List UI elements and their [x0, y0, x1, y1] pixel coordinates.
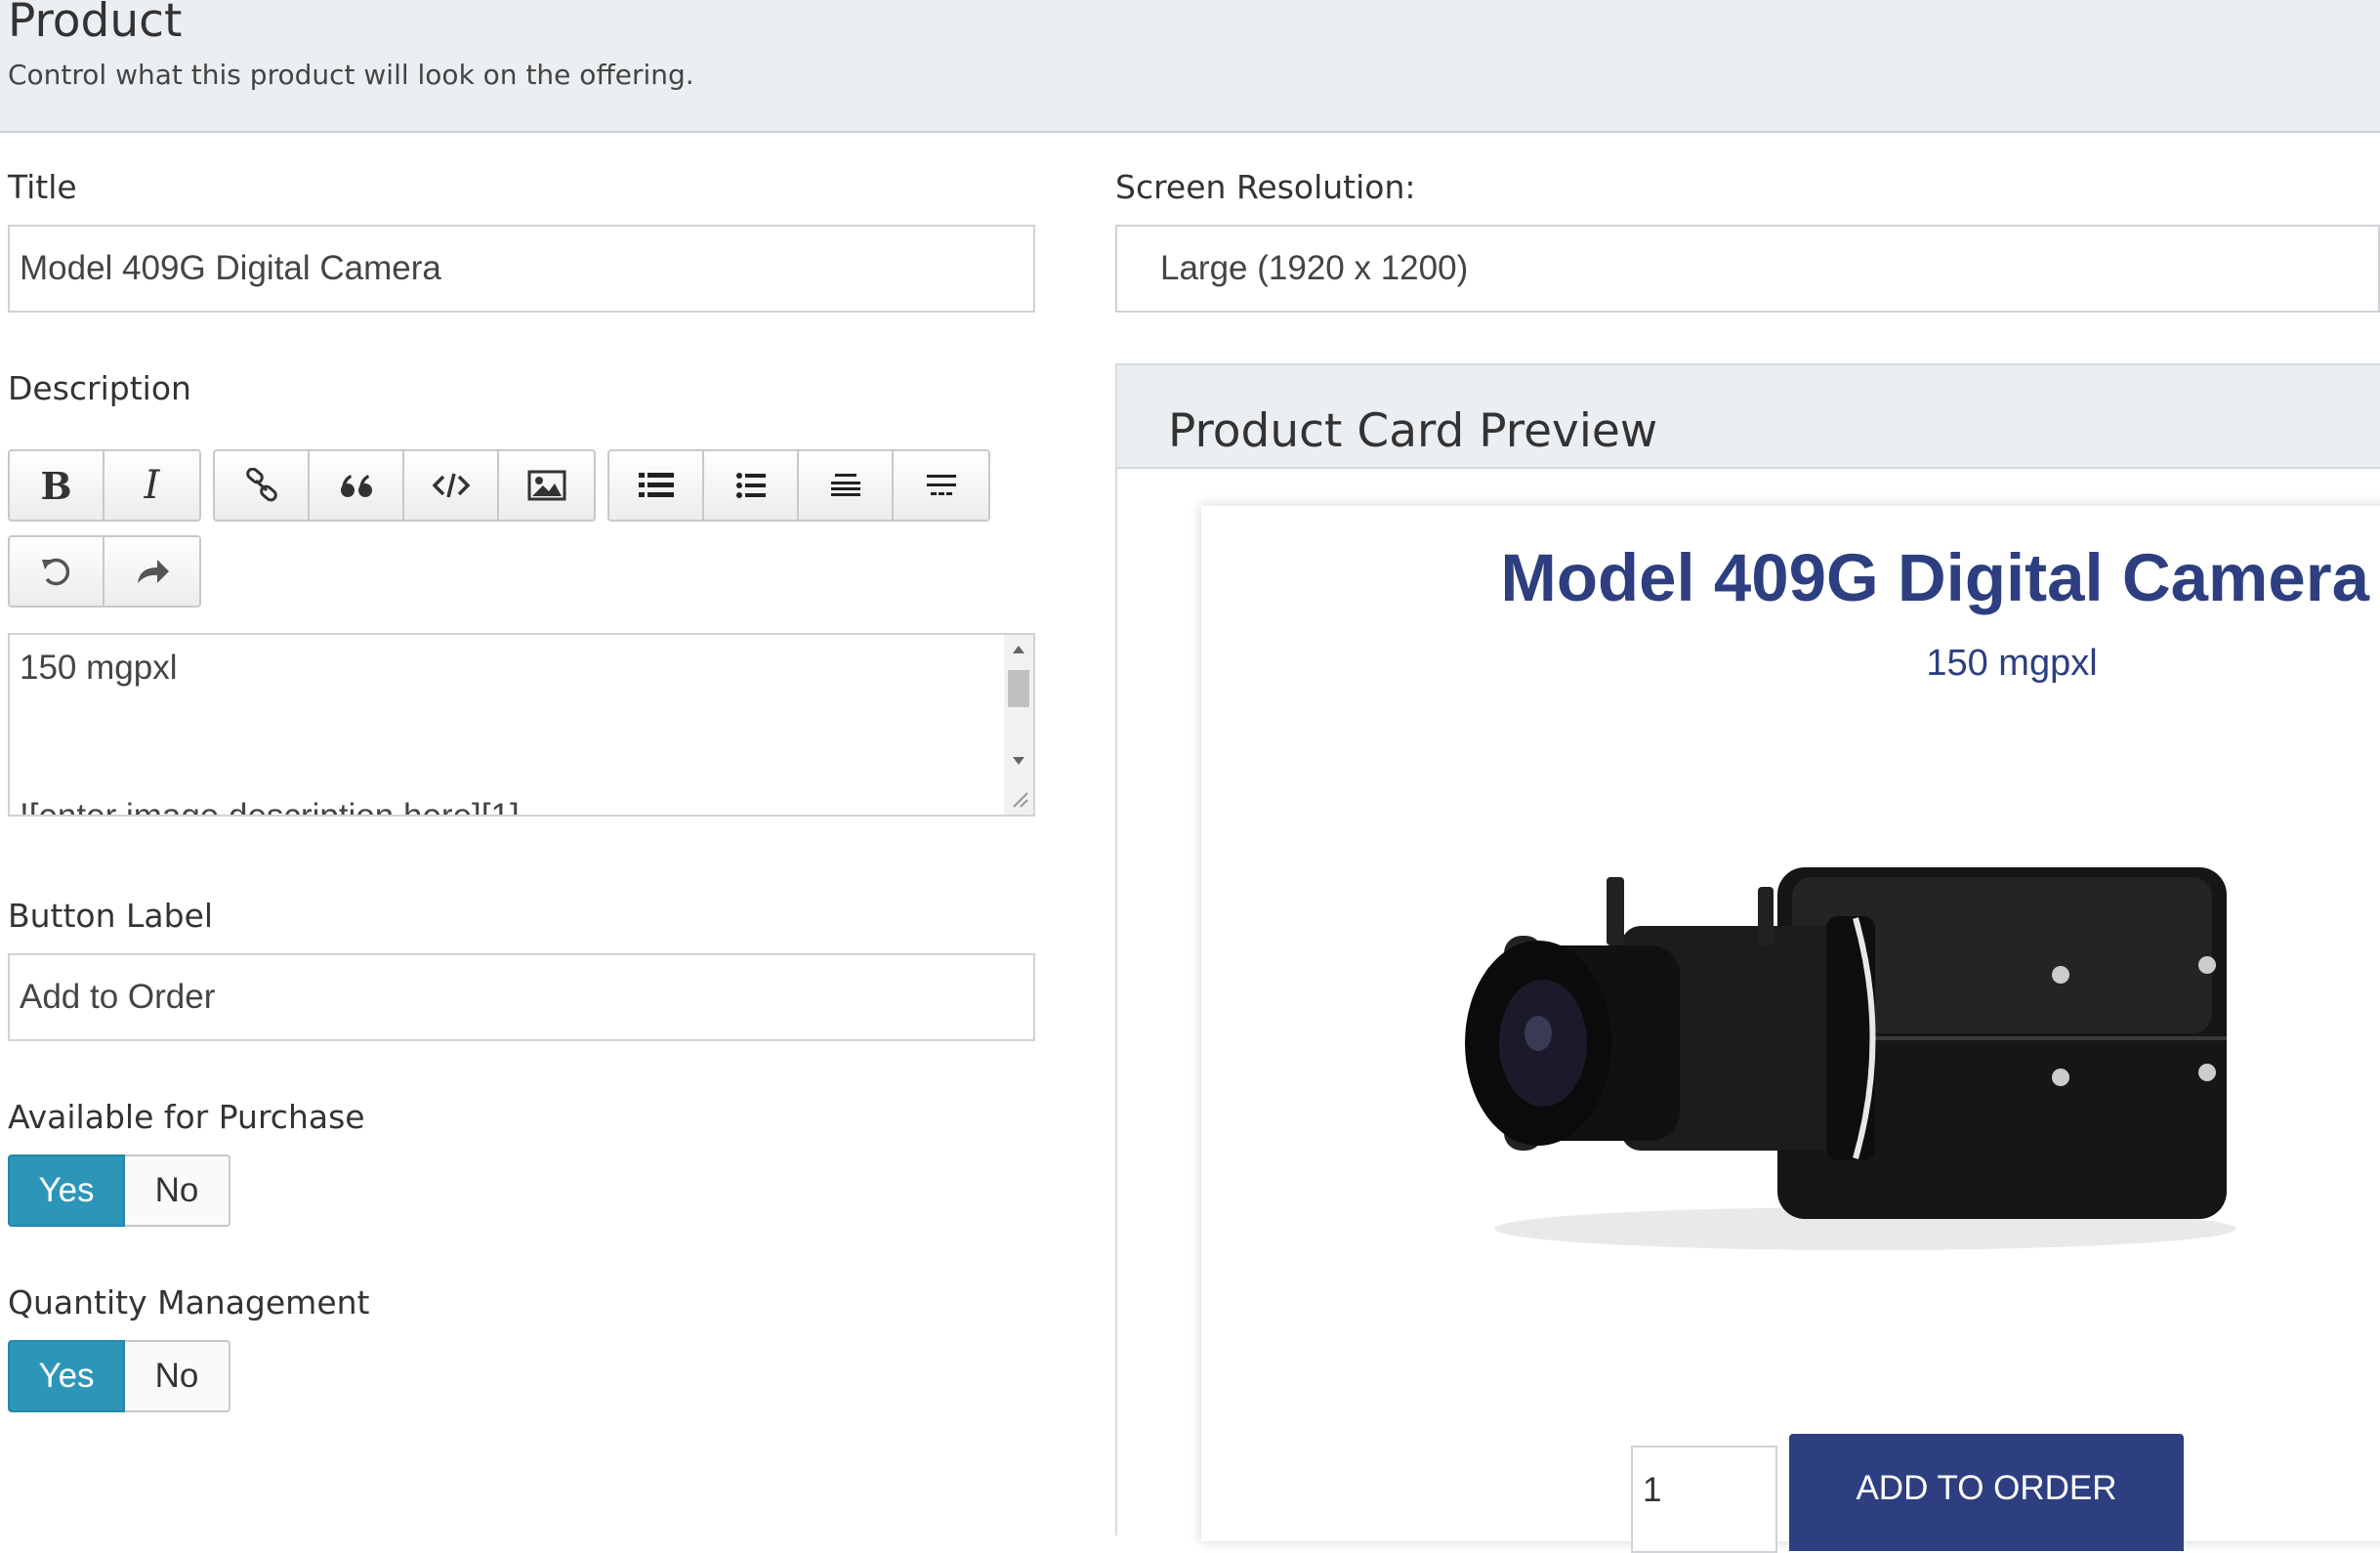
- image-button[interactable]: [499, 451, 594, 520]
- description-textarea[interactable]: 150 mgpxl ![enter image description here…: [8, 633, 1035, 817]
- quantity-yes-button[interactable]: Yes: [8, 1340, 125, 1412]
- scroll-thumb[interactable]: [1008, 670, 1029, 707]
- code-button[interactable]: [404, 451, 499, 520]
- link-button[interactable]: [215, 451, 310, 520]
- horizontal-rule-button[interactable]: [894, 451, 988, 520]
- available-label: Available for Purchase: [8, 1098, 365, 1136]
- bulleted-list-button[interactable]: [704, 451, 799, 520]
- toolbar-history-group: [8, 535, 201, 608]
- redo-icon: [137, 560, 169, 583]
- toolbar-insert-group: [213, 449, 596, 522]
- card-title: Model 409G Digital Camera: [1500, 540, 2369, 615]
- button-label-label: Button Label: [8, 897, 214, 935]
- preview-title: Product Card Preview: [1168, 404, 1658, 458]
- title-label: Title: [8, 168, 77, 206]
- bold-icon: B: [40, 463, 72, 508]
- resize-grip-icon[interactable]: [1012, 791, 1029, 809]
- available-no-button[interactable]: No: [125, 1154, 230, 1227]
- toolbar-format-group: B I: [8, 449, 201, 522]
- add-to-order-button[interactable]: ADD TO ORDER: [1789, 1434, 2184, 1551]
- quantity-no-button[interactable]: No: [125, 1340, 230, 1412]
- resolution-select[interactable]: Large (1920 x 1200): [1115, 225, 2380, 313]
- quote-icon: [340, 475, 372, 497]
- quantity-input[interactable]: 1: [1631, 1446, 1777, 1553]
- description-line-2: ![enter image description here][1]: [20, 797, 520, 817]
- undo-button[interactable]: [10, 537, 104, 606]
- undo-icon: [41, 558, 69, 586]
- description-scrollbar[interactable]: [1004, 635, 1033, 815]
- italic-button[interactable]: I: [104, 451, 199, 520]
- quote-button[interactable]: [310, 451, 404, 520]
- product-card-preview-panel: Product Card Preview Model 409G Digital …: [1115, 363, 2380, 1553]
- bold-button[interactable]: B: [10, 451, 104, 520]
- quantity-toggle: Yes No: [8, 1340, 230, 1412]
- horizontal-rule-icon: [926, 475, 956, 495]
- italic-icon: I: [144, 463, 160, 508]
- numbered-list-icon: [638, 473, 674, 497]
- quantity-label: Quantity Management: [8, 1283, 370, 1322]
- available-toggle: Yes No: [8, 1154, 230, 1227]
- link-icon: [245, 468, 277, 502]
- button-label-input[interactable]: Add to Order: [8, 953, 1035, 1041]
- preview-header: Product Card Preview: [1117, 365, 2380, 469]
- product-image: [1465, 867, 2236, 1250]
- numbered-list-button[interactable]: [609, 451, 704, 520]
- available-yes-button[interactable]: Yes: [8, 1154, 125, 1227]
- resolution-label: Screen Resolution:: [1115, 168, 1416, 206]
- image-icon: [527, 470, 565, 501]
- page-subtitle: Control what this product will look on t…: [8, 59, 694, 91]
- title-input[interactable]: Model 409G Digital Camera: [8, 225, 1035, 313]
- description-label: Description: [8, 369, 191, 407]
- bulleted-list-icon: [735, 473, 766, 498]
- card-description: 150 mgpxl: [1926, 643, 2098, 684]
- scroll-up-icon: [1013, 646, 1024, 653]
- redo-button[interactable]: [104, 537, 199, 606]
- toolbar-list-group: [607, 449, 990, 522]
- heading-icon: [830, 474, 860, 496]
- page-header: Product Control what this product will l…: [0, 0, 2380, 133]
- description-line-1: 150 mgpxl: [20, 649, 178, 687]
- product-card: Model 409G Digital Camera 150 mgpxl 1 AD…: [1201, 506, 2380, 1553]
- code-icon: [432, 473, 470, 498]
- heading-button[interactable]: [799, 451, 894, 520]
- scroll-down-icon: [1013, 757, 1024, 765]
- page-title: Product: [8, 0, 183, 48]
- preview-body: Model 409G Digital Camera 150 mgpxl 1 AD…: [1117, 469, 2380, 1553]
